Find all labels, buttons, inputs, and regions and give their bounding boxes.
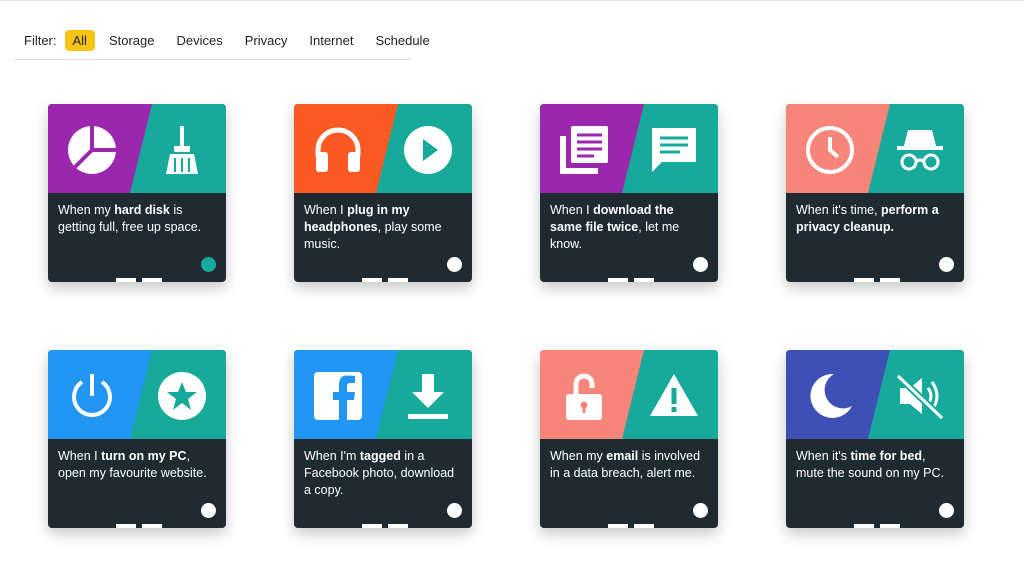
toggle-indicator[interactable] [201,503,216,518]
card-description: When it's time for bed, mute the sound o… [796,448,948,482]
card-notch [388,278,408,282]
card-description: When I turn on my PC, open my favourite … [58,448,210,482]
card-description-highlight: email [606,449,639,463]
card-description: When it's time, perform a privacy cleanu… [796,202,948,236]
toggle-indicator[interactable] [693,503,708,518]
automation-card[interactable]: When I'm tagged in a Facebook photo, dow… [294,350,472,528]
card-description-highlight: time for bed [850,449,923,463]
filter-chip-privacy[interactable]: Privacy [237,30,296,51]
automation-card[interactable]: When it's time, perform a privacy cleanu… [786,104,964,282]
toggle-indicator[interactable] [201,257,216,272]
card-description-highlight: turn on my PC [101,449,187,463]
card-notch [388,524,408,528]
clock-icon [804,124,856,176]
card-notch [634,524,654,528]
card-notch [608,278,628,282]
card-header [48,350,226,439]
document-copies-icon [558,124,610,176]
pie-chart-icon [66,124,118,176]
filter-chip-devices[interactable]: Devices [169,30,231,51]
card-notch [854,278,874,282]
card-notch [634,278,654,282]
toggle-indicator[interactable] [447,257,462,272]
card-header [294,104,472,193]
card-description-highlight: hard disk [114,203,170,217]
card-description-text: When it's time, [796,203,882,217]
top-divider [0,0,1024,1]
download-icon [402,370,454,422]
card-header [294,350,472,439]
card-notch [116,524,136,528]
warning-icon [648,370,700,422]
card-header [786,350,964,439]
card-notch [608,524,628,528]
card-description: When I download the same file twice, let… [550,202,702,253]
card-header [48,104,226,193]
card-description-text: When my [58,203,115,217]
filter-chip-schedule[interactable]: Schedule [367,30,437,51]
card-header [786,104,964,193]
card-description: When my email is involved in a data brea… [550,448,702,482]
unlocked-padlock-icon [558,370,610,422]
filter-chip-internet[interactable]: Internet [301,30,361,51]
card-notch [880,278,900,282]
card-notch [854,524,874,528]
broom-icon [156,124,208,176]
filter-bar: Filter: All Storage Devices Privacy Inte… [14,22,430,60]
power-icon [66,370,118,422]
headphones-icon [312,124,364,176]
card-description: When I'm tagged in a Facebook photo, dow… [304,448,456,499]
card-notch [142,524,162,528]
toggle-indicator[interactable] [447,503,462,518]
automation-card[interactable]: When my hard disk is getting full, free … [48,104,226,282]
mute-icon [894,370,946,422]
toggle-indicator[interactable] [939,257,954,272]
card-description-text: When it's [796,449,851,463]
card-notch [142,278,162,282]
filter-chip-storage[interactable]: Storage [101,30,163,51]
card-description-text: When I [58,449,102,463]
card-description: When my hard disk is getting full, free … [58,202,210,236]
card-notch [362,524,382,528]
facebook-icon [312,370,364,422]
card-notch [880,524,900,528]
automation-card[interactable]: When it's time for bed, mute the sound o… [786,350,964,528]
card-description: When I plug in my headphones, play some … [304,202,456,253]
card-notch [362,278,382,282]
toggle-indicator[interactable] [693,257,708,272]
automation-card[interactable]: When I turn on my PC, open my favourite … [48,350,226,528]
automation-card[interactable]: When I plug in my headphones, play some … [294,104,472,282]
incognito-icon [894,124,946,176]
toggle-indicator[interactable] [939,503,954,518]
message-icon [648,124,700,176]
star-icon [156,370,208,422]
card-description-text: When I [550,203,594,217]
play-icon [402,124,454,176]
card-description-text: When I [304,203,348,217]
card-description-text: When I'm [304,449,360,463]
card-header [540,350,718,439]
card-description-highlight: tagged [359,449,401,463]
filter-chip-all[interactable]: All [64,30,95,51]
automation-card[interactable]: When my email is involved in a data brea… [540,350,718,528]
automation-card[interactable]: When I download the same file twice, let… [540,104,718,282]
card-notch [116,278,136,282]
moon-icon [804,370,856,422]
filter-label: Filter: [24,33,57,48]
card-description-text: When my [550,449,607,463]
card-header [540,104,718,193]
